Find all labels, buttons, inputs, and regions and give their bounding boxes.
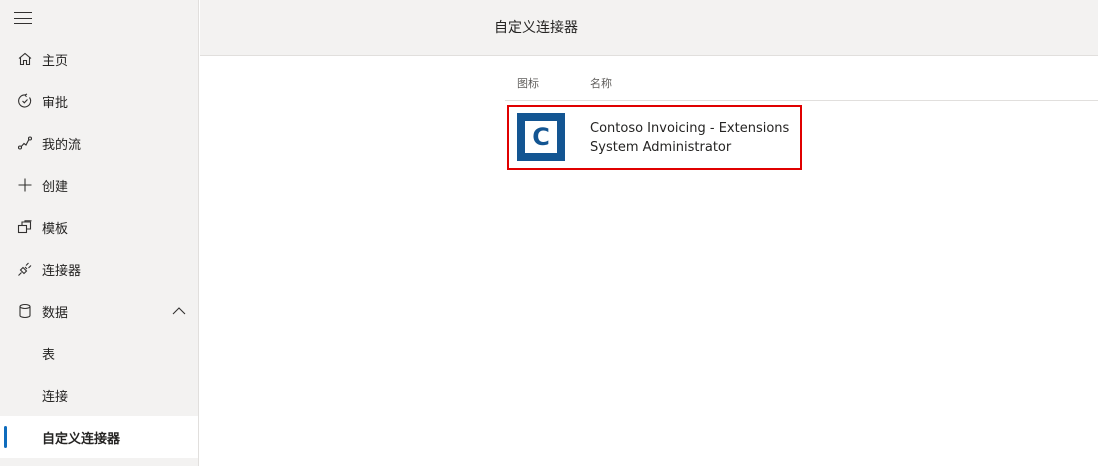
flow-icon	[17, 135, 33, 151]
database-icon	[17, 303, 33, 319]
nav-label: 自定义连接器	[42, 431, 121, 447]
nav-label: 我的流	[42, 137, 82, 153]
connector-name[interactable]: Contoso Invoicing - Extensions	[590, 121, 789, 136]
nav-label: 表	[42, 347, 56, 363]
page-title: 自定义连接器	[494, 20, 578, 36]
nav-subitem-tables[interactable]: 表	[0, 332, 198, 374]
column-header-name[interactable]: 名称	[590, 75, 612, 91]
connector-logo-letter: C	[532, 123, 550, 151]
nav-item-templates[interactable]: 模板	[0, 206, 198, 248]
active-indicator	[4, 426, 7, 448]
app-root: 主页 审批 我的流 创建 模板 连接器 数据 表 连接 自定义连接器 自定义连接…	[0, 0, 1098, 466]
nav-item-approvals[interactable]: 审批	[0, 80, 198, 122]
connector-owner: System Administrator	[590, 140, 732, 155]
plus-icon	[17, 177, 33, 193]
hamburger-menu-icon[interactable]	[14, 11, 32, 25]
nav-item-my-flows[interactable]: 我的流	[0, 122, 198, 164]
nav-subitem-custom-connectors[interactable]: 自定义连接器	[0, 416, 198, 458]
approvals-icon	[17, 93, 33, 109]
nav-label: 模板	[42, 221, 69, 237]
nav-item-create[interactable]: 创建	[0, 164, 198, 206]
templates-icon	[17, 219, 33, 235]
connector-icon	[17, 261, 33, 277]
nav-item-connectors[interactable]: 连接器	[0, 248, 198, 290]
page-header: 自定义连接器	[200, 0, 1098, 56]
left-nav: 主页 审批 我的流 创建 模板 连接器 数据 表 连接 自定义连接器	[0, 0, 199, 466]
chevron-up-icon[interactable]	[172, 304, 186, 318]
nav-label: 创建	[42, 179, 69, 195]
connector-row[interactable]: C Contoso Invoicing - Extensions System …	[507, 105, 802, 170]
connector-logo: C	[517, 113, 565, 161]
home-icon	[17, 51, 33, 67]
nav-label: 连接	[42, 389, 69, 405]
nav-label: 主页	[42, 53, 69, 69]
nav-item-home[interactable]: 主页	[0, 38, 198, 80]
header-divider	[505, 100, 1098, 101]
nav-label: 审批	[42, 95, 69, 111]
nav-label: 数据	[42, 305, 69, 321]
nav-item-data[interactable]: 数据	[0, 290, 198, 332]
connector-logo-inner: C	[525, 121, 557, 153]
column-header-icon[interactable]: 图标	[517, 75, 539, 91]
nav-subitem-connections[interactable]: 连接	[0, 374, 198, 416]
nav-label: 连接器	[42, 263, 82, 279]
